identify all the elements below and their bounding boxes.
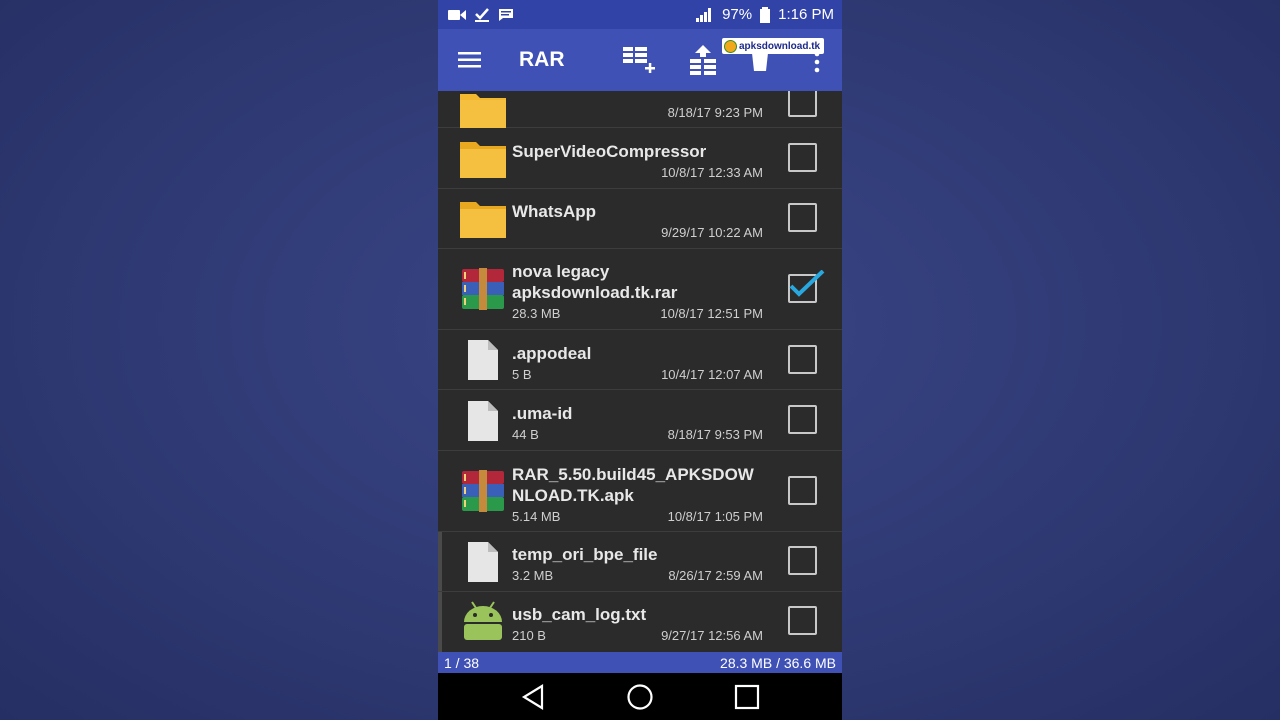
file-name: SuperVideoCompressor: [512, 142, 707, 161]
list-item[interactable]: RAR_5.50.build45_APKSDOW NLOAD.TK.apk 5.…: [438, 451, 842, 532]
file-date: 10/8/17 12:33 AM: [661, 165, 763, 180]
folder-icon: [460, 142, 506, 178]
scroll-indicator: [438, 592, 442, 652]
watermark-text: apksdownload.tk: [739, 40, 821, 52]
phone-screen: 97% 1:16 PM RAR apksdownload.tk 8/18/17 …: [438, 0, 842, 720]
message-icon: [499, 8, 513, 21]
file-date: 8/26/17 2:59 AM: [668, 568, 763, 583]
signal-icon: [696, 8, 712, 22]
recents-icon[interactable]: [733, 683, 761, 711]
navigation-bar: [438, 673, 842, 720]
back-icon[interactable]: [520, 683, 548, 711]
select-checkbox[interactable]: [788, 606, 817, 635]
file-size: 44 B: [512, 427, 539, 442]
menu-icon[interactable]: [458, 49, 482, 71]
folder-icon: [460, 202, 506, 238]
status-bar: 97% 1:16 PM: [438, 0, 842, 29]
watermark-emblem-icon: [724, 39, 737, 53]
file-date: 8/18/17 9:53 PM: [667, 427, 763, 442]
file-size: 3.2 MB: [512, 568, 554, 583]
list-item[interactable]: nova legacy apksdownload.tk.rar 28.3 MB …: [438, 249, 842, 330]
file-date: 10/8/17 12:51 PM: [660, 306, 763, 321]
android-icon: [464, 601, 502, 640]
add-to-archive-icon[interactable]: [621, 43, 655, 77]
select-checkbox[interactable]: [788, 546, 817, 575]
file-name: .appodeal: [512, 344, 592, 363]
selection-info-bar: 1 / 38 28.3 MB / 36.6 MB: [438, 652, 842, 673]
file-size: 210 B: [512, 628, 546, 643]
folder-icon: [460, 94, 506, 128]
list-item[interactable]: temp_ori_bpe_file 3.2 MB 8/26/17 2:59 AM: [438, 532, 842, 592]
checklist-icon: [475, 7, 489, 22]
file-name-line2: apksdownload.tk.rar: [512, 283, 678, 302]
file-name: usb_cam_log.txt: [512, 605, 647, 624]
file-date: 10/8/17 1:05 PM: [667, 509, 763, 524]
select-checkbox[interactable]: [788, 476, 817, 505]
file-name: .uma-id: [512, 404, 573, 423]
file-name-line1: nova legacy: [512, 262, 610, 281]
file-name: temp_ori_bpe_file: [512, 545, 658, 564]
file-size: 5 B: [512, 367, 532, 382]
list-item[interactable]: .uma-id 44 B 8/18/17 9:53 PM: [438, 390, 842, 451]
file-date: 9/27/17 12:56 AM: [661, 628, 763, 643]
file-date: 8/18/17 9:23 PM: [667, 105, 763, 120]
file-list[interactable]: 8/18/17 9:23 PM SuperVideoCompressor 10/…: [438, 91, 842, 652]
select-checkbox[interactable]: [788, 270, 825, 303]
select-checkbox[interactable]: [788, 203, 817, 232]
file-size: 5.14 MB: [512, 509, 561, 524]
rar-archive-icon: [462, 470, 504, 512]
select-checkbox[interactable]: [788, 91, 817, 117]
app-toolbar: RAR apksdownload.tk: [438, 29, 842, 91]
checkmark-icon: [789, 270, 825, 297]
list-item[interactable]: usb_cam_log.txt 210 B 9/27/17 12:56 AM: [438, 592, 842, 652]
file-name-line2: NLOAD.TK.apk: [512, 486, 634, 505]
extract-icon[interactable]: [686, 43, 720, 77]
file-name: WhatsApp: [512, 202, 597, 221]
scroll-indicator: [438, 532, 442, 591]
file-icon: [468, 340, 498, 380]
clock: 1:16 PM: [778, 6, 834, 23]
list-item[interactable]: 8/18/17 9:23 PM: [438, 91, 842, 128]
app-title: RAR: [519, 48, 565, 71]
select-checkbox[interactable]: [788, 143, 817, 172]
battery-percent: 97%: [722, 6, 753, 23]
selection-size: 28.3 MB / 36.6 MB: [720, 654, 836, 671]
delete-icon[interactable]: [749, 51, 771, 73]
selection-count: 1 / 38: [444, 654, 480, 671]
home-icon[interactable]: [626, 683, 654, 711]
file-date: 10/4/17 12:07 AM: [661, 367, 763, 382]
list-item[interactable]: .appodeal 5 B 10/4/17 12:07 AM: [438, 330, 842, 390]
file-date: 9/29/17 10:22 AM: [661, 225, 763, 240]
file-name-line1: RAR_5.50.build45_APKSDOW: [512, 465, 754, 484]
battery-icon: [760, 6, 771, 23]
select-checkbox[interactable]: [788, 345, 817, 374]
list-item[interactable]: SuperVideoCompressor 10/8/17 12:33 AM: [438, 128, 842, 189]
file-icon: [468, 542, 498, 582]
watermark-logo: apksdownload.tk: [722, 38, 824, 54]
file-icon: [468, 401, 498, 441]
file-size: 28.3 MB: [512, 306, 561, 321]
video-camera-icon: [448, 9, 466, 20]
select-checkbox[interactable]: [788, 405, 817, 434]
rar-archive-icon: [462, 268, 504, 310]
list-item[interactable]: WhatsApp 9/29/17 10:22 AM: [438, 189, 842, 249]
